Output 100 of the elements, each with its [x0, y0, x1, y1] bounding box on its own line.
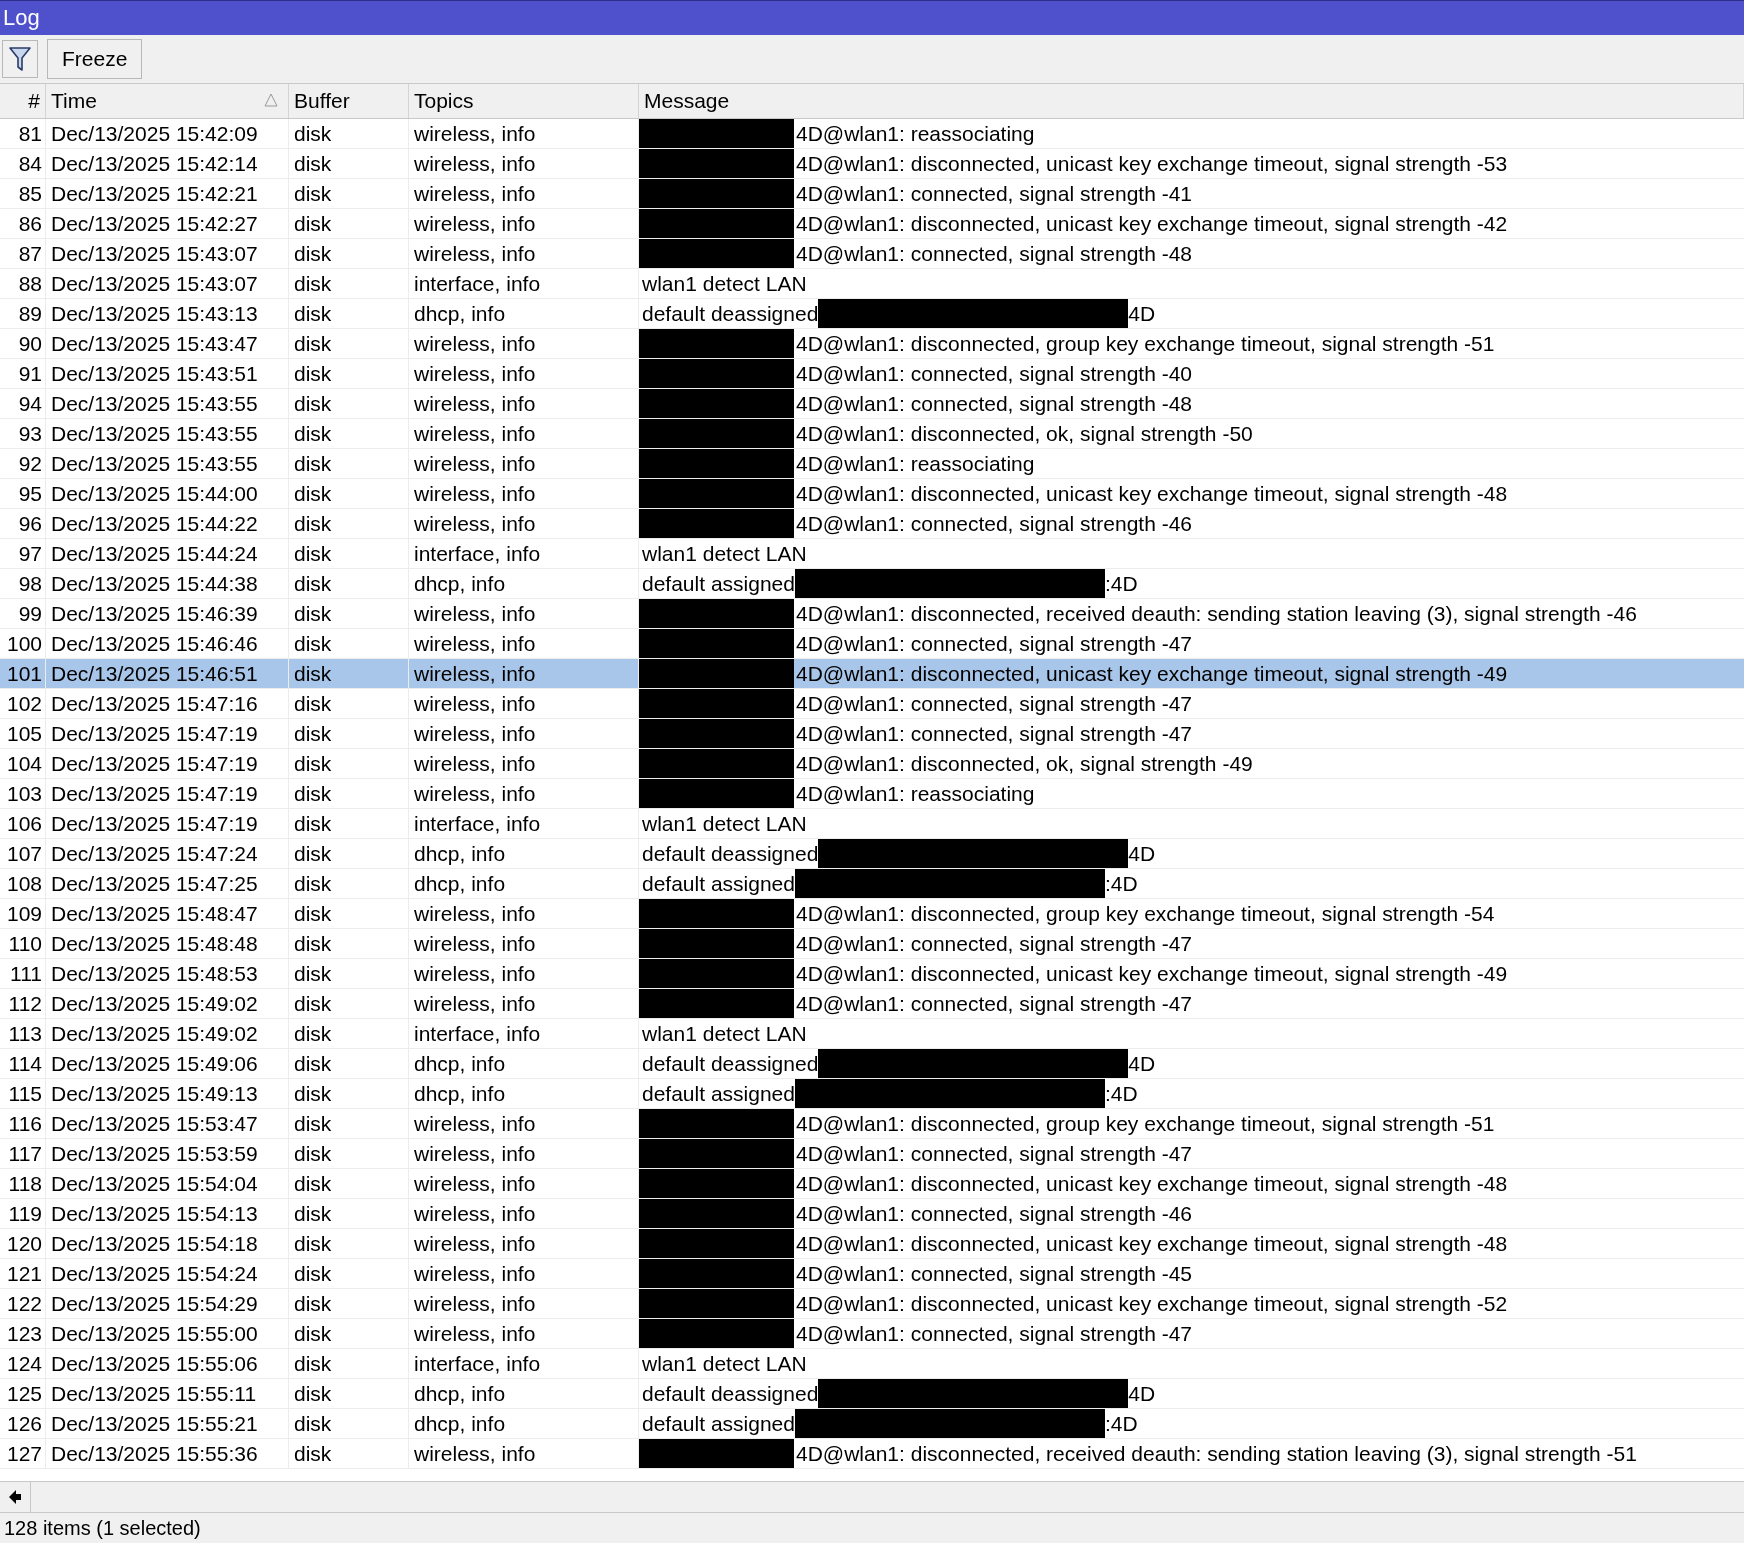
log-message: 4D: [1128, 301, 1156, 326]
log-row[interactable]: 118 Dec/13/2025 15:54:04 disk wireless, info 4D@wlan1: disconnected, unicast key exchange timeout, signal strength -48: [0, 1169, 1744, 1199]
log-message: default deassigned: [641, 301, 819, 326]
log-message: 4D@wlan1: disconnected, unicast key exchange timeout, signal strength -53: [795, 151, 1508, 176]
time-cell: Dec/13/2025 15:46:51: [46, 659, 289, 688]
log-row[interactable]: 93 Dec/13/2025 15:43:55 disk wireless, info 4D@wlan1: disconnected, ok, signal strength -50: [0, 419, 1744, 449]
buffer-cell: disk: [289, 209, 409, 238]
log-row[interactable]: 107 Dec/13/2025 15:47:24 disk dhcp, info default deassigned 4D: [0, 839, 1744, 869]
log-row[interactable]: 127 Dec/13/2025 15:55:36 disk wireless, info 4D@wlan1: disconnected, received deauth: sending station leaving (3), signal strength -51: [0, 1439, 1744, 1469]
log-row[interactable]: 115 Dec/13/2025 15:49:13 disk dhcp, info default assigned :4D: [0, 1079, 1744, 1109]
topics-cell: dhcp, info: [409, 1079, 639, 1108]
log-row[interactable]: 90 Dec/13/2025 15:43:47 disk wireless, info 4D@wlan1: disconnected, group key exchange timeout, signal strength -51: [0, 329, 1744, 359]
column-header[interactable]: Message: [639, 84, 1744, 118]
log-message: default deassigned: [641, 1051, 819, 1076]
log-message: 4D@wlan1: disconnected, unicast key exchange timeout, signal strength -48: [795, 481, 1508, 506]
log-message: 4D@wlan1: disconnected, unicast key exchange timeout, signal strength -49: [795, 661, 1508, 686]
time-cell: Dec/13/2025 15:54:13: [46, 1199, 289, 1228]
topics-cell: interface, info: [409, 539, 639, 568]
log-row[interactable]: 100 Dec/13/2025 15:46:46 disk wireless, info 4D@wlan1: connected, signal strength -47: [0, 629, 1744, 659]
log-row[interactable]: 101 Dec/13/2025 15:46:51 disk wireless, info 4D@wlan1: disconnected, unicast key exchange timeout, signal strength -49: [0, 659, 1744, 689]
filter-button[interactable]: [2, 40, 38, 78]
log-message: default assigned: [641, 871, 795, 896]
log-row[interactable]: 99 Dec/13/2025 15:46:39 disk wireless, info 4D@wlan1: disconnected, received deauth: sending station leaving (3), signal strength -46: [0, 599, 1744, 629]
log-row[interactable]: 98 Dec/13/2025 15:44:38 disk dhcp, info default assigned :4D: [0, 569, 1744, 599]
row-number: 117: [0, 1139, 46, 1168]
log-row[interactable]: 104 Dec/13/2025 15:47:19 disk wireless, info 4D@wlan1: disconnected, ok, signal strength -49: [0, 749, 1744, 779]
log-message: 4D@wlan1: reassociating: [795, 781, 1035, 806]
column-header[interactable]: Buffer: [289, 84, 409, 118]
log-row[interactable]: 124 Dec/13/2025 15:55:06 disk interface, info wlan1 detect LAN: [0, 1349, 1744, 1379]
log-row[interactable]: 119 Dec/13/2025 15:54:13 disk wireless, info 4D@wlan1: connected, signal strength -46: [0, 1199, 1744, 1229]
log-row[interactable]: 117 Dec/13/2025 15:53:59 disk wireless, info 4D@wlan1: connected, signal strength -47: [0, 1139, 1744, 1169]
log-message: 4D@wlan1: connected, signal strength -46: [795, 511, 1193, 536]
log-row[interactable]: 102 Dec/13/2025 15:47:16 disk wireless, info 4D@wlan1: connected, signal strength -47: [0, 689, 1744, 719]
buffer-cell: disk: [289, 599, 409, 628]
column-header[interactable]: #: [0, 84, 46, 118]
log-row[interactable]: 112 Dec/13/2025 15:49:02 disk wireless, info 4D@wlan1: connected, signal strength -47: [0, 989, 1744, 1019]
log-message: default deassigned: [641, 841, 819, 866]
buffer-cell: disk: [289, 359, 409, 388]
log-row[interactable]: 85 Dec/13/2025 15:42:21 disk wireless, info 4D@wlan1: connected, signal strength -41: [0, 179, 1744, 209]
left-arrow-icon[interactable]: [8, 1489, 22, 1505]
log-message: 4D@wlan1: connected, signal strength -47: [795, 1141, 1193, 1166]
time-cell: Dec/13/2025 15:42:14: [46, 149, 289, 178]
log-row[interactable]: 122 Dec/13/2025 15:54:29 disk wireless, info 4D@wlan1: disconnected, unicast key exchange timeout, signal strength -52: [0, 1289, 1744, 1319]
topics-cell: dhcp, info: [409, 839, 639, 868]
row-number: 95: [0, 479, 46, 508]
column-header[interactable]: Time: [46, 84, 289, 118]
row-number: 115: [0, 1079, 46, 1108]
log-row[interactable]: 123 Dec/13/2025 15:55:00 disk wireless, info 4D@wlan1: connected, signal strength -47: [0, 1319, 1744, 1349]
log-row[interactable]: 95 Dec/13/2025 15:44:00 disk wireless, info 4D@wlan1: disconnected, unicast key exchange timeout, signal strength -48: [0, 479, 1744, 509]
buffer-cell: disk: [289, 329, 409, 358]
time-cell: Dec/13/2025 15:43:51: [46, 359, 289, 388]
log-row[interactable]: 89 Dec/13/2025 15:43:13 disk dhcp, info default deassigned 4D: [0, 299, 1744, 329]
log-row[interactable]: 110 Dec/13/2025 15:48:48 disk wireless, info 4D@wlan1: connected, signal strength -47: [0, 929, 1744, 959]
log-row[interactable]: 88 Dec/13/2025 15:43:07 disk interface, info wlan1 detect LAN: [0, 269, 1744, 299]
log-row[interactable]: 116 Dec/13/2025 15:53:47 disk wireless, info 4D@wlan1: disconnected, group key exchange timeout, signal strength -51: [0, 1109, 1744, 1139]
row-number: 120: [0, 1229, 46, 1258]
log-row[interactable]: 92 Dec/13/2025 15:43:55 disk wireless, info 4D@wlan1: reassociating: [0, 449, 1744, 479]
log-message: 4D@wlan1: connected, signal strength -48: [795, 391, 1193, 416]
log-message: 4D@wlan1: disconnected, group key exchange timeout, signal strength -51: [795, 331, 1495, 356]
log-row[interactable]: 120 Dec/13/2025 15:54:18 disk wireless, info 4D@wlan1: disconnected, unicast key exchange timeout, signal strength -48: [0, 1229, 1744, 1259]
time-cell: Dec/13/2025 15:47:19: [46, 779, 289, 808]
log-row[interactable]: 87 Dec/13/2025 15:43:07 disk wireless, info 4D@wlan1: connected, signal strength -48: [0, 239, 1744, 269]
log-row[interactable]: 86 Dec/13/2025 15:42:27 disk wireless, info 4D@wlan1: disconnected, unicast key exchange timeout, signal strength -42: [0, 209, 1744, 239]
log-message: 4D@wlan1: connected, signal strength -47: [795, 631, 1193, 656]
log-row[interactable]: 126 Dec/13/2025 15:55:21 disk dhcp, info default assigned :4D: [0, 1409, 1744, 1439]
buffer-cell: disk: [289, 1079, 409, 1108]
topics-cell: dhcp, info: [409, 869, 639, 898]
time-cell: Dec/13/2025 15:43:55: [46, 389, 289, 418]
log-row[interactable]: 94 Dec/13/2025 15:43:55 disk wireless, info 4D@wlan1: connected, signal strength -48: [0, 389, 1744, 419]
row-number: 97: [0, 539, 46, 568]
log-message: wlan1 detect LAN: [641, 1021, 807, 1046]
log-row[interactable]: 91 Dec/13/2025 15:43:51 disk wireless, info 4D@wlan1: connected, signal strength -40: [0, 359, 1744, 389]
log-row[interactable]: 109 Dec/13/2025 15:48:47 disk wireless, info 4D@wlan1: disconnected, group key exchange timeout, signal strength -54: [0, 899, 1744, 929]
buffer-cell: disk: [289, 1259, 409, 1288]
log-row[interactable]: 125 Dec/13/2025 15:55:11 disk dhcp, info default deassigned 4D: [0, 1379, 1744, 1409]
log-row[interactable]: 106 Dec/13/2025 15:47:19 disk interface, info wlan1 detect LAN: [0, 809, 1744, 839]
log-row[interactable]: 97 Dec/13/2025 15:44:24 disk interface, info wlan1 detect LAN: [0, 539, 1744, 569]
log-row[interactable]: 96 Dec/13/2025 15:44:22 disk wireless, info 4D@wlan1: connected, signal strength -46: [0, 509, 1744, 539]
log-row[interactable]: 111 Dec/13/2025 15:48:53 disk wireless, info 4D@wlan1: disconnected, unicast key exchange timeout, signal strength -49: [0, 959, 1744, 989]
row-number: 110: [0, 929, 46, 958]
horizontal-scrollbar[interactable]: [0, 1481, 1744, 1513]
log-row[interactable]: 81 Dec/13/2025 15:42:09 disk wireless, info 4D@wlan1: reassociating: [0, 119, 1744, 149]
row-number: 96: [0, 509, 46, 538]
time-cell: Dec/13/2025 15:47:19: [46, 809, 289, 838]
topics-cell: interface, info: [409, 1349, 639, 1378]
log-row[interactable]: 121 Dec/13/2025 15:54:24 disk wireless, info 4D@wlan1: connected, signal strength -45: [0, 1259, 1744, 1289]
row-number: 125: [0, 1379, 46, 1408]
time-cell: Dec/13/2025 15:47:19: [46, 749, 289, 778]
topics-cell: dhcp, info: [409, 299, 639, 328]
log-row[interactable]: 84 Dec/13/2025 15:42:14 disk wireless, info 4D@wlan1: disconnected, unicast key exchange timeout, signal strength -53: [0, 149, 1744, 179]
row-number: 90: [0, 329, 46, 358]
column-header[interactable]: Topics: [409, 84, 639, 118]
log-row[interactable]: 113 Dec/13/2025 15:49:02 disk interface, info wlan1 detect LAN: [0, 1019, 1744, 1049]
log-message: default deassigned: [641, 1381, 819, 1406]
log-row[interactable]: 105 Dec/13/2025 15:47:19 disk wireless, info 4D@wlan1: connected, signal strength -47: [0, 719, 1744, 749]
log-message: default assigned: [641, 1081, 795, 1106]
log-row[interactable]: 114 Dec/13/2025 15:49:06 disk dhcp, info default deassigned 4D: [0, 1049, 1744, 1079]
log-row[interactable]: 108 Dec/13/2025 15:47:25 disk dhcp, info default assigned :4D: [0, 869, 1744, 899]
log-row[interactable]: 103 Dec/13/2025 15:47:19 disk wireless, info 4D@wlan1: reassociating: [0, 779, 1744, 809]
freeze-button[interactable]: Freeze: [47, 39, 143, 79]
